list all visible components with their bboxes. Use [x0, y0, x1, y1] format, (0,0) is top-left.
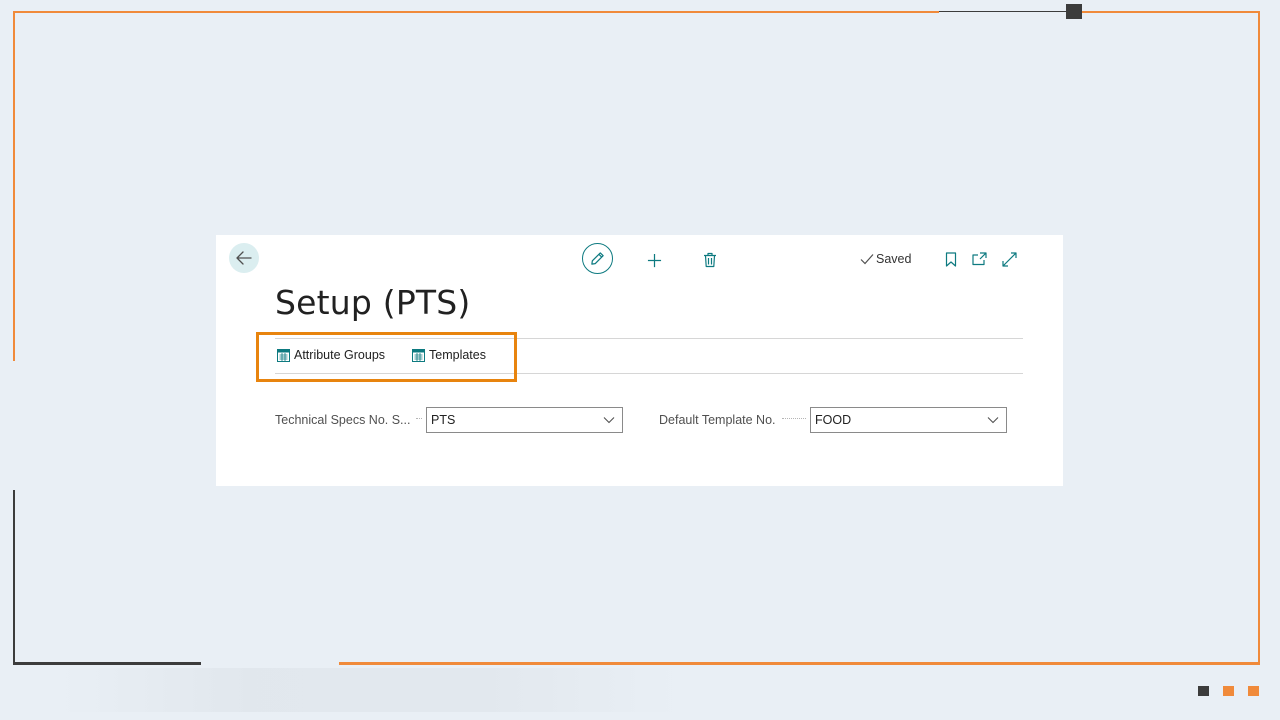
- list-page-icon: [412, 348, 425, 362]
- action-label: Attribute Groups: [294, 348, 386, 362]
- slide-marker-square: [1223, 686, 1234, 696]
- chevron-down-icon: [603, 417, 615, 424]
- background-decoration: [60, 668, 680, 712]
- select-value: PTS: [431, 413, 456, 427]
- technical-specs-no-series-select[interactable]: PTS: [426, 407, 623, 433]
- frame-bottom-dark-line: [13, 662, 201, 665]
- action-label: Templates: [429, 348, 486, 362]
- action-bar-divider: [275, 338, 1023, 339]
- default-template-no-select[interactable]: FOOD: [810, 407, 1007, 433]
- action-bar-divider: [275, 373, 1023, 374]
- frame-left-orange-line: [13, 11, 15, 361]
- frame-left-dark-line: [13, 490, 15, 665]
- saved-label: Saved: [876, 252, 912, 266]
- slide-marker-square: [1248, 686, 1259, 696]
- select-value: FOOD: [815, 413, 852, 427]
- action-attribute-groups[interactable]: Attribute Groups: [277, 348, 385, 362]
- slide-marker-square: [1198, 686, 1209, 696]
- trash-icon: [704, 252, 716, 268]
- open-in-new-window-button[interactable]: [969, 249, 989, 269]
- setup-page-card: Saved Setup (PTS) Attribute Groups Templ…: [216, 235, 1063, 486]
- bookmark-button[interactable]: [941, 249, 961, 269]
- chevron-down-icon: [987, 417, 999, 424]
- expand-button[interactable]: [999, 249, 1019, 269]
- saved-status: Saved: [860, 252, 911, 266]
- list-page-icon: [277, 348, 290, 362]
- delete-button[interactable]: [700, 250, 720, 270]
- edit-button[interactable]: [582, 243, 613, 274]
- checkmark-icon: [860, 254, 874, 265]
- technical-specs-no-series-label: Technical Specs No. S...: [275, 413, 411, 427]
- page-title: Setup (PTS): [275, 283, 471, 322]
- default-template-no-label: Default Template No.: [659, 413, 776, 427]
- frame-corner-square: [1066, 4, 1082, 19]
- open-in-new-window-icon: [971, 252, 987, 266]
- frame-right-orange-line: [1258, 11, 1260, 664]
- expand-icon: [1001, 251, 1017, 267]
- plus-icon: [647, 253, 661, 267]
- bookmark-icon: [945, 251, 957, 267]
- back-button[interactable]: [229, 243, 259, 273]
- frame-top-dark-line: [939, 11, 1074, 12]
- arrow-left-icon: [236, 251, 252, 265]
- frame-bottom-orange-line: [339, 662, 1260, 665]
- frame-top-orange-line: [13, 11, 939, 13]
- action-templates[interactable]: Templates: [412, 348, 486, 362]
- pencil-icon: [591, 252, 604, 265]
- frame-top-right-orange-line: [1082, 11, 1260, 13]
- label-leader-dots: [782, 418, 806, 420]
- new-button[interactable]: [644, 250, 664, 270]
- label-leader-dots: [416, 418, 422, 420]
